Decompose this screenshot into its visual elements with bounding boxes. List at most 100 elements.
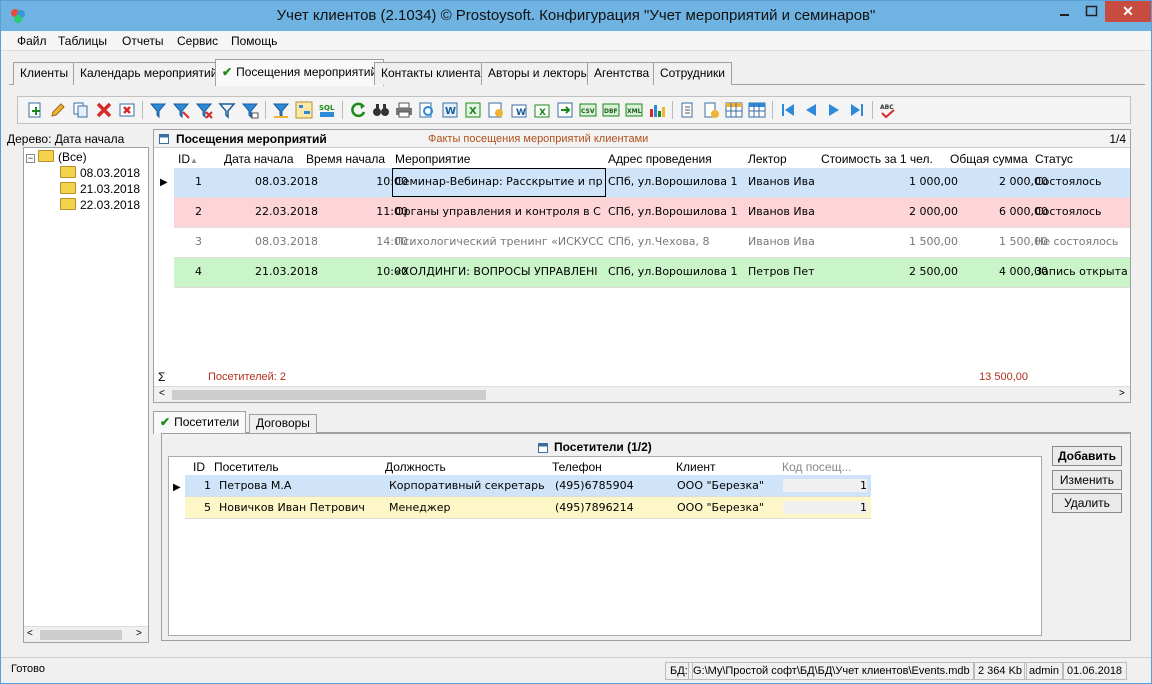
menu-reports[interactable]: Отчеты [122,34,163,48]
scroll-right-icon[interactable]: > [136,628,142,639]
chart-icon[interactable] [648,101,666,119]
export-excel-icon[interactable]: X [464,101,482,119]
table-row[interactable]: 3 08.03.2018 14:00 Психологический тренинг … [174,228,1130,258]
tab-contacts[interactable]: Контакты клиента [374,62,488,85]
sort-icon[interactable] [679,101,697,119]
export-xml-icon[interactable]: XML [625,101,643,119]
tab-calendar[interactable]: Календарь мероприятий [73,62,225,85]
spell-check-icon[interactable]: ABC [879,101,897,119]
edit-pencil-icon[interactable] [49,101,67,119]
print-preview-icon[interactable] [418,101,436,119]
tree-node-date[interactable]: 22.03.2018 [60,198,140,212]
last-record-icon[interactable] [848,101,866,119]
table-cell: СПб, ул.Ворошилова 1 [608,205,738,218]
export-word-2-icon[interactable]: W [510,101,528,119]
table-row[interactable]: 4 21.03.2018 10:00 «ХОЛДИНГИ: ВОПРОСЫ УПРАВ… [174,258,1130,288]
quick-filter-icon[interactable] [272,101,290,119]
maximize-button[interactable] [1078,1,1105,22]
tab-agencies[interactable]: Агентства [587,62,657,85]
delete-button[interactable]: Удалить [1052,493,1122,513]
add-record-icon[interactable] [26,101,44,119]
filter-settings-icon[interactable] [241,101,259,119]
menu-file[interactable]: Файл [17,34,47,48]
edit-button[interactable]: Изменить [1052,470,1122,490]
export-csv-icon[interactable]: CSV [579,101,597,119]
table-icon[interactable] [725,101,743,119]
column-header[interactable]: Стоимость за 1 чел. [821,152,933,166]
table-cell: СПб, ул.Ворошилова 1 [608,265,738,278]
export-word-icon[interactable]: W [441,101,459,119]
document-settings-icon[interactable] [702,101,720,119]
close-button[interactable]: ✕ [1105,1,1151,22]
column-header[interactable]: Дата начала [224,152,294,166]
columns-settings-icon[interactable] [748,101,766,119]
tree-root[interactable]: − (Все) [26,150,87,164]
scroll-right-icon[interactable]: > [1119,388,1125,399]
table-row[interactable]: 1 08.03.2018 10:00 Семинар-Вебинар: Расскры… [174,168,1130,198]
import-icon[interactable] [556,101,574,119]
column-header[interactable]: Мероприятие [395,152,470,166]
column-header[interactable]: Время начала [306,152,385,166]
column-header[interactable]: ID▲ [178,152,198,166]
column-header[interactable]: Должность [385,460,446,474]
filter-clear-icon[interactable] [218,101,236,119]
table-row[interactable]: 2 22.03.2018 11:00 Органы управления и конт… [174,198,1130,228]
tab-employees[interactable]: Сотрудники [653,62,732,85]
scroll-thumb[interactable] [40,630,122,640]
filter-icon[interactable] [149,101,167,119]
tree-node-date[interactable]: 21.03.2018 [60,182,140,196]
tree-view-icon[interactable] [295,101,313,119]
add-button[interactable]: Добавить [1052,446,1122,466]
scroll-left-icon[interactable]: < [159,388,165,399]
menu-service[interactable]: Сервис [177,34,218,48]
column-header[interactable]: Адрес проведения [608,152,712,166]
menu-help[interactable]: Помощь [231,34,277,48]
export-report-icon[interactable] [487,101,505,119]
column-header[interactable]: Клиент [676,460,716,474]
column-header[interactable]: Общая сумма [950,152,1028,166]
first-record-icon[interactable] [779,101,797,119]
list-item[interactable]: 5 Новичков Иван Петрович Менеджер (495)7896… [185,497,871,519]
scroll-left-icon[interactable]: < [27,628,33,639]
export-dbf-icon[interactable]: DBF [602,101,620,119]
tree-node-date[interactable]: 08.03.2018 [60,166,140,180]
previous-record-icon[interactable] [802,101,820,119]
tab-authors[interactable]: Авторы и лекторы [481,62,597,85]
tab-clients[interactable]: Клиенты [13,62,76,85]
list-cell: Новичков Иван Петрович [219,501,365,514]
column-header[interactable]: Код посещ... [782,460,851,474]
column-header[interactable]: Телефон [552,460,602,474]
toolbar: SQL W X W X CSV DBF XML ABC [17,96,1131,124]
tree-panel: − (Все) 08.03.2018 21.03.2018 22.03.2018 … [23,147,149,643]
minimize-button[interactable] [1051,1,1078,22]
visitors-panel: Посетители (1/2) ID Посетитель Должность… [161,433,1131,641]
list-cell: ООО "Березка" [677,479,764,492]
filter-remove-icon[interactable] [195,101,213,119]
export-excel-2-icon[interactable]: X [533,101,551,119]
table-cell: Не состоялось [1035,235,1119,248]
detail-tabs: ✔ Посетители Договоры [153,411,1131,434]
filter-add-icon[interactable] [172,101,190,119]
tree-label: Дерево: Дата начала [7,132,125,146]
list-item[interactable]: 1 Петрова М.А Корпоративный секретарь (495)… [185,475,871,497]
column-header[interactable]: Статус [1035,152,1073,166]
collapse-icon[interactable]: − [26,154,35,163]
tree-scrollbar[interactable]: < > [24,626,148,642]
tab-contracts[interactable]: Договоры [249,414,317,433]
grid-scrollbar[interactable]: < > [154,386,1130,402]
tab-visits[interactable]: ✔ Посещения мероприятий [215,59,385,86]
column-header[interactable]: ID [193,460,205,474]
find-binoculars-icon[interactable] [372,101,390,119]
menu-tables[interactable]: Таблицы [58,34,107,48]
next-record-icon[interactable] [825,101,843,119]
delete-all-icon[interactable] [118,101,136,119]
scroll-thumb[interactable] [172,390,486,400]
delete-icon[interactable] [95,101,113,119]
tab-visitors[interactable]: ✔ Посетители [153,411,247,434]
print-icon[interactable] [395,101,413,119]
column-header[interactable]: Посетитель [214,460,279,474]
copy-icon[interactable] [72,101,90,119]
column-header[interactable]: Лектор [748,152,787,166]
sql-icon[interactable]: SQL [318,101,336,119]
refresh-icon[interactable] [349,101,367,119]
